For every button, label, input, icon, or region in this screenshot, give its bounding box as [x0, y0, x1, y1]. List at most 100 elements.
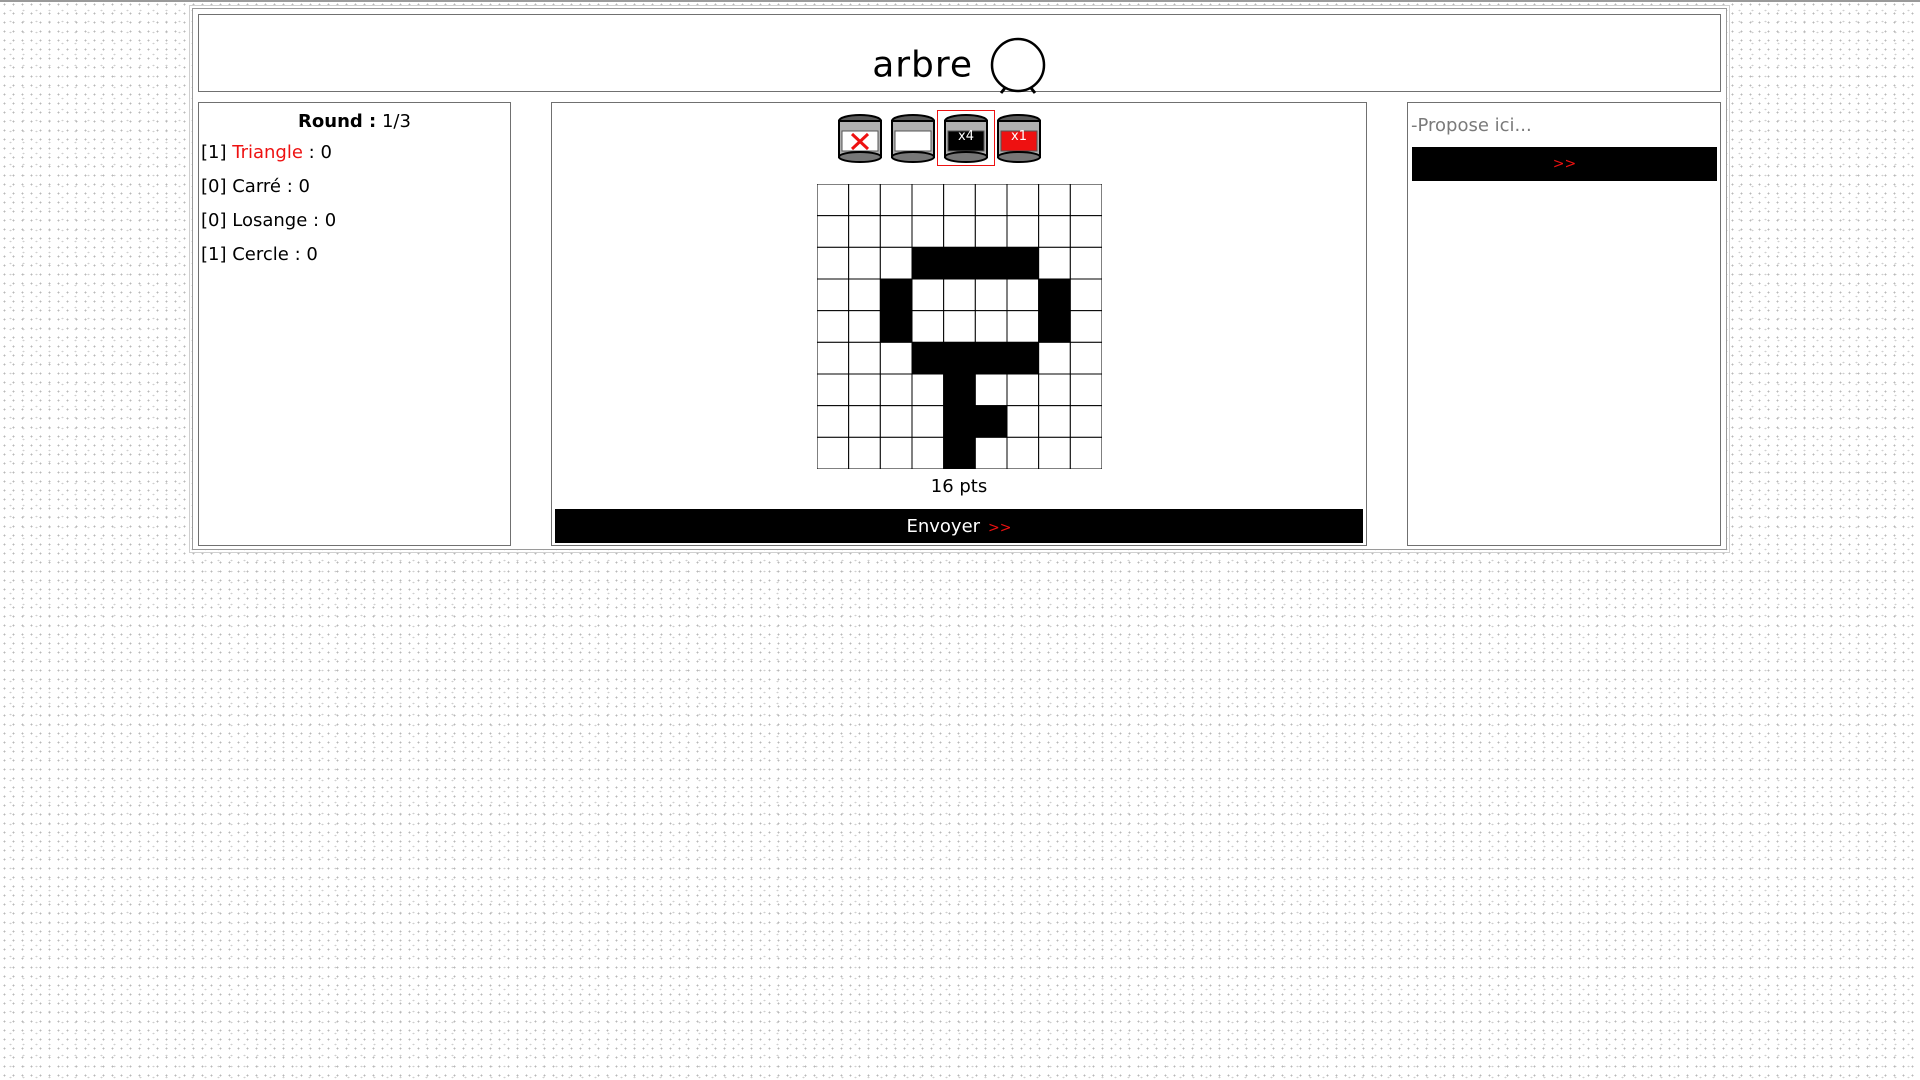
drawing-grid[interactable] [817, 184, 1102, 469]
grid-cell[interactable] [1006, 405, 1040, 438]
grid-cell[interactable] [911, 373, 945, 407]
grid-cell[interactable] [974, 341, 1008, 375]
grid-cell[interactable] [817, 278, 850, 312]
grid-cell[interactable] [1038, 373, 1071, 407]
grid-cell[interactable] [817, 341, 850, 375]
grid-cell[interactable] [911, 405, 945, 438]
grid-cell[interactable] [1006, 310, 1040, 343]
grid-cell[interactable] [943, 373, 976, 407]
grid-cell[interactable] [1069, 436, 1102, 469]
grid-cell[interactable] [817, 405, 850, 438]
grid-cell[interactable] [1038, 184, 1071, 217]
grid-cell[interactable] [974, 278, 1008, 312]
grid-cell[interactable] [974, 184, 1008, 217]
grid-cell[interactable] [911, 184, 945, 217]
grid-cell[interactable] [1006, 184, 1040, 217]
red-paint-bucket-icon[interactable]: x1 [991, 111, 1047, 165]
black-paint-bucket-icon[interactable]: x4 [937, 110, 995, 166]
player-score: : 0 [313, 210, 337, 231]
grid-cell[interactable] [848, 246, 881, 280]
grid-cell[interactable] [1038, 341, 1071, 375]
player-row: [0] Losange : 0 [201, 210, 510, 234]
grid-cell[interactable] [879, 373, 913, 407]
grid-cell[interactable] [943, 215, 976, 248]
grid-cell[interactable] [879, 405, 913, 438]
grid-cell[interactable] [1038, 436, 1071, 469]
grid-cell[interactable] [848, 184, 881, 217]
grid-cell[interactable] [943, 405, 976, 438]
grid-cell[interactable] [911, 341, 945, 375]
grid-cell[interactable] [974, 246, 1008, 280]
grid-cell[interactable] [1069, 310, 1102, 343]
grid-cell[interactable] [879, 436, 913, 469]
grid-cell[interactable] [943, 310, 976, 343]
grid-cell[interactable] [817, 373, 850, 407]
round-value: 1/3 [381, 111, 411, 132]
grid-cell[interactable] [1038, 278, 1071, 312]
player-name: Cercle [232, 244, 289, 265]
grid-cell[interactable] [943, 436, 976, 469]
grid-cell[interactable] [943, 278, 976, 312]
grid-cell[interactable] [879, 246, 913, 280]
eraser-bucket-icon[interactable] [832, 111, 888, 165]
send-label: Envoyer [906, 515, 981, 537]
grid-cell[interactable] [1038, 405, 1071, 438]
player-score: : 0 [308, 142, 332, 163]
grid-cell[interactable] [879, 184, 913, 217]
grid-cell[interactable] [911, 310, 945, 343]
grid-cell[interactable] [817, 310, 850, 343]
grid-cell[interactable] [974, 373, 1008, 407]
grid-cell[interactable] [1069, 341, 1102, 375]
grid-cell[interactable] [1006, 278, 1040, 312]
grid-cell[interactable] [1069, 278, 1102, 312]
grid-cell[interactable] [974, 310, 1008, 343]
grid-cell[interactable] [817, 246, 850, 280]
grid-cell[interactable] [879, 341, 913, 375]
grid-cell[interactable] [943, 341, 976, 375]
grid-cell[interactable] [1006, 436, 1040, 469]
grid-cell[interactable] [1038, 246, 1071, 280]
grid-cell[interactable] [1038, 310, 1071, 343]
grid-cell[interactable] [1069, 405, 1102, 438]
grid-cell[interactable] [817, 215, 850, 248]
grid-cell[interactable] [911, 246, 945, 280]
grid-cell[interactable] [911, 436, 945, 469]
grid-cell[interactable] [848, 405, 881, 438]
grid-cell[interactable] [848, 436, 881, 469]
player-index: [1] [201, 142, 227, 163]
header-panel: arbre [198, 14, 1721, 95]
grid-cell[interactable] [911, 215, 945, 248]
guess-submit-button[interactable]: >> [1412, 147, 1717, 181]
guess-input[interactable] [1411, 111, 1711, 139]
grid-cell[interactable] [1069, 184, 1102, 217]
grid-cell[interactable] [848, 215, 881, 248]
grid-cell[interactable] [1069, 246, 1102, 280]
grid-cell[interactable] [1006, 215, 1040, 248]
grid-cell[interactable] [848, 373, 881, 407]
grid-cell[interactable] [1069, 215, 1102, 248]
grid-cell[interactable] [1038, 215, 1071, 248]
send-button[interactable]: Envoyer >> [555, 509, 1363, 543]
grid-cell[interactable] [1006, 246, 1040, 280]
grid-cell[interactable] [848, 341, 881, 375]
grid-cell[interactable] [848, 310, 881, 343]
grid-cell[interactable] [848, 278, 881, 312]
grid-cell[interactable] [911, 278, 945, 312]
grid-cell[interactable] [943, 246, 976, 280]
grid-cell[interactable] [879, 215, 913, 248]
white-paint-bucket-icon[interactable] [885, 111, 941, 165]
grid-cell[interactable] [879, 278, 913, 312]
grid-cell[interactable] [879, 310, 913, 343]
round-indicator: Round : 1/3 [199, 111, 510, 132]
grid-cell[interactable] [974, 436, 1008, 469]
grid-cell[interactable] [817, 436, 850, 469]
grid-cell[interactable] [1006, 341, 1040, 375]
grid-cell[interactable] [1069, 373, 1102, 407]
grid-cell[interactable] [974, 215, 1008, 248]
grid-cell[interactable] [943, 184, 976, 217]
grid-cell[interactable] [1006, 373, 1040, 407]
grid-cell[interactable] [817, 184, 850, 217]
word-row: arbre [199, 35, 1720, 95]
grid-cell[interactable] [974, 405, 1008, 438]
game-container: arbre Round : 1/3 [1] Triangle : 0 [0] Ca… [189, 5, 1730, 553]
